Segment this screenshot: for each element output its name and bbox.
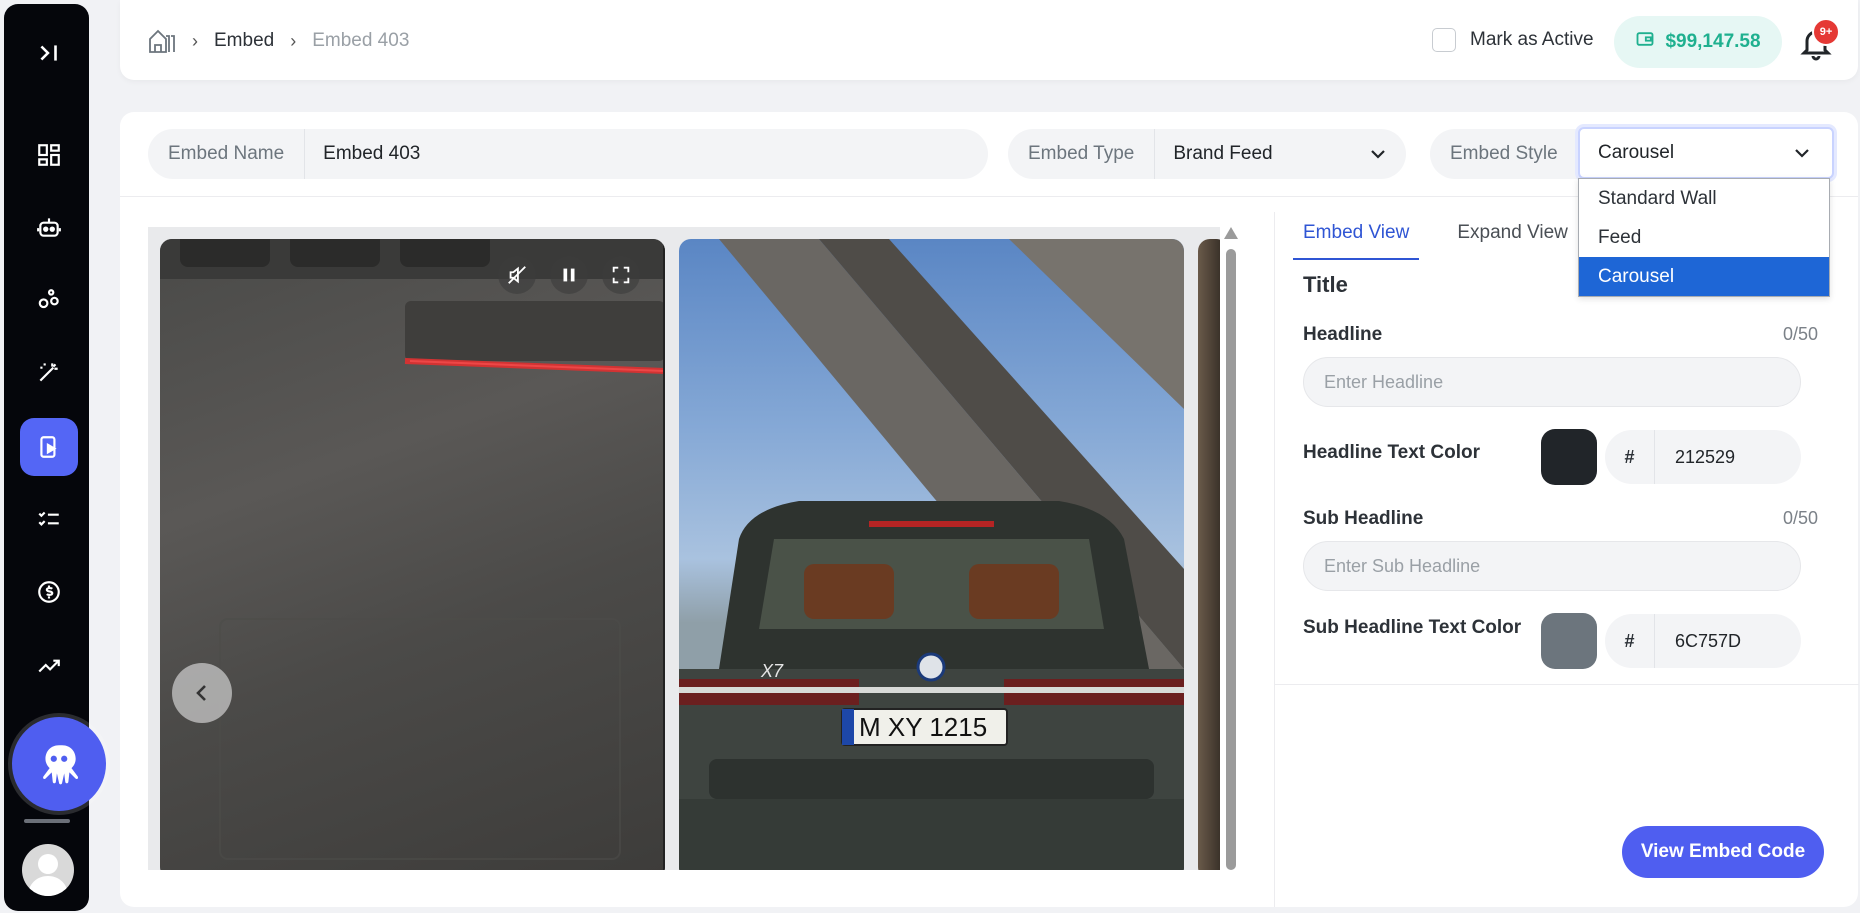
headline-color-swatch[interactable] — [1541, 429, 1597, 485]
car-badge-text: X7 — [760, 661, 784, 681]
expand-sidebar-icon[interactable] — [20, 24, 78, 82]
hash-icon: # — [1605, 614, 1655, 668]
carousel-card-video[interactable] — [160, 239, 665, 870]
dashboard-icon[interactable] — [20, 126, 78, 184]
breadcrumb-separator-icon: › — [290, 30, 297, 51]
fullscreen-icon[interactable] — [602, 256, 640, 294]
sub-headline-label: Sub Headline — [1303, 508, 1424, 529]
breadcrumb-separator-icon: › — [192, 30, 198, 51]
trackpad-image — [160, 239, 665, 870]
headline-color-label: Headline Text Color — [1303, 442, 1481, 463]
magic-wand-icon[interactable] — [20, 343, 78, 401]
sidebar — [4, 4, 106, 911]
analytics-icon[interactable] — [20, 636, 78, 694]
sub-headline-color-hex-field[interactable]: # 6C757D — [1605, 614, 1801, 668]
embed-type-select[interactable]: Embed Type Brand Feed — [1008, 129, 1406, 179]
hash-icon: # — [1605, 430, 1655, 484]
headline-label: Headline — [1303, 324, 1383, 345]
embed-name-field[interactable]: Embed Name Embed 403 — [148, 129, 988, 179]
scroll-up-icon[interactable] — [1224, 227, 1238, 239]
embed-style-option[interactable]: Standard Wall — [1579, 179, 1829, 218]
breadcrumb-current: Embed 403 — [312, 30, 410, 51]
settings-panel: Embed View Expand View Title Headline 0/… — [1274, 212, 1859, 907]
embed-style-select[interactable]: Carousel — [1578, 127, 1834, 179]
view-embed-code-button[interactable]: View Embed Code — [1622, 826, 1824, 878]
car-photo: X7 M XY 1215 — [679, 239, 1184, 870]
view-tabs: Embed View Expand View — [1293, 222, 1578, 260]
license-plate-text: M XY 1215 — [859, 712, 987, 742]
embed-style-value: Carousel — [1598, 142, 1675, 163]
top-header: › Embed › Embed 403 Mark as Active $99,1… — [120, 0, 1858, 80]
embed-name-input[interactable]: Embed 403 — [323, 143, 420, 165]
tab-expand-view[interactable]: Expand View — [1447, 222, 1578, 260]
embed-style-dropdown: Standard Wall Feed Carousel — [1578, 178, 1830, 297]
embed-style-option[interactable]: Feed — [1579, 218, 1829, 257]
carousel-card-partial[interactable] — [1198, 239, 1220, 870]
notification-badge: 9+ — [1812, 18, 1840, 46]
headline-counter: 0/50 — [1782, 324, 1818, 344]
embed-style-option-selected[interactable]: Carousel — [1579, 257, 1829, 296]
sub-headline-color-label: Sub Headline Text Color — [1303, 617, 1522, 638]
embed-icon[interactable] — [20, 418, 78, 476]
integrations-icon[interactable] — [20, 271, 78, 329]
sub-headline-input[interactable]: Enter Sub Headline — [1303, 541, 1801, 591]
checklist-icon[interactable] — [20, 490, 78, 548]
octopus-logo-icon[interactable] — [12, 717, 106, 811]
sidebar-divider — [24, 819, 70, 823]
mark-active-checkbox[interactable] — [1432, 28, 1456, 52]
mark-active-toggle[interactable]: Mark as Active — [1432, 28, 1594, 52]
home-icon[interactable] — [148, 28, 176, 54]
embed-style-label: Embed Style — [1450, 143, 1558, 164]
tab-embed-view[interactable]: Embed View — [1293, 222, 1420, 260]
carousel-card-image[interactable]: X7 M XY 1215 — [679, 239, 1184, 870]
headline-color-hex-field[interactable]: # 212529 — [1605, 430, 1801, 484]
sub-headline-color-swatch[interactable] — [1541, 613, 1597, 669]
settings-divider — [1275, 684, 1859, 685]
scrollbar-thumb[interactable] — [1226, 249, 1236, 870]
balance-amount: $99,147.58 — [1665, 31, 1761, 52]
headline-input[interactable]: Enter Headline — [1303, 357, 1801, 407]
embed-type-label: Embed Type — [1008, 129, 1156, 179]
section-title: Title — [1303, 272, 1348, 297]
embed-style-field: Embed Style — [1430, 129, 1590, 179]
embed-config-bar: Embed Name Embed 403 Embed Type Brand Fe… — [120, 112, 1858, 297]
carousel-prev-button[interactable] — [172, 663, 232, 723]
headline-color-value[interactable]: 212529 — [1655, 447, 1735, 468]
embed-name-label: Embed Name — [148, 129, 306, 179]
chevron-down-icon[interactable] — [1792, 143, 1812, 163]
mute-icon[interactable] — [498, 256, 536, 294]
sub-headline-counter: 0/50 — [1782, 508, 1818, 528]
embed-editor-panel: Embed Name Embed 403 Embed Type Brand Fe… — [120, 112, 1859, 907]
breadcrumb-embed-link[interactable]: Embed — [214, 30, 274, 52]
robot-icon[interactable] — [20, 198, 78, 256]
wallet-balance[interactable]: $99,147.58 — [1614, 16, 1782, 68]
chevron-down-icon[interactable] — [1368, 144, 1388, 164]
pause-icon[interactable] — [550, 256, 588, 294]
wallet-icon — [1635, 29, 1655, 55]
mark-active-label: Mark as Active — [1470, 29, 1594, 50]
breadcrumb: › Embed › Embed 403 — [148, 28, 409, 54]
preview-scrollbar[interactable] — [1224, 227, 1238, 870]
embed-type-value: Brand Feed — [1173, 143, 1273, 164]
avatar[interactable] — [22, 844, 74, 896]
billing-icon[interactable] — [20, 563, 78, 621]
carousel-preview: X7 M XY 1215 — [148, 227, 1220, 870]
sub-headline-color-value[interactable]: 6C757D — [1655, 631, 1741, 652]
